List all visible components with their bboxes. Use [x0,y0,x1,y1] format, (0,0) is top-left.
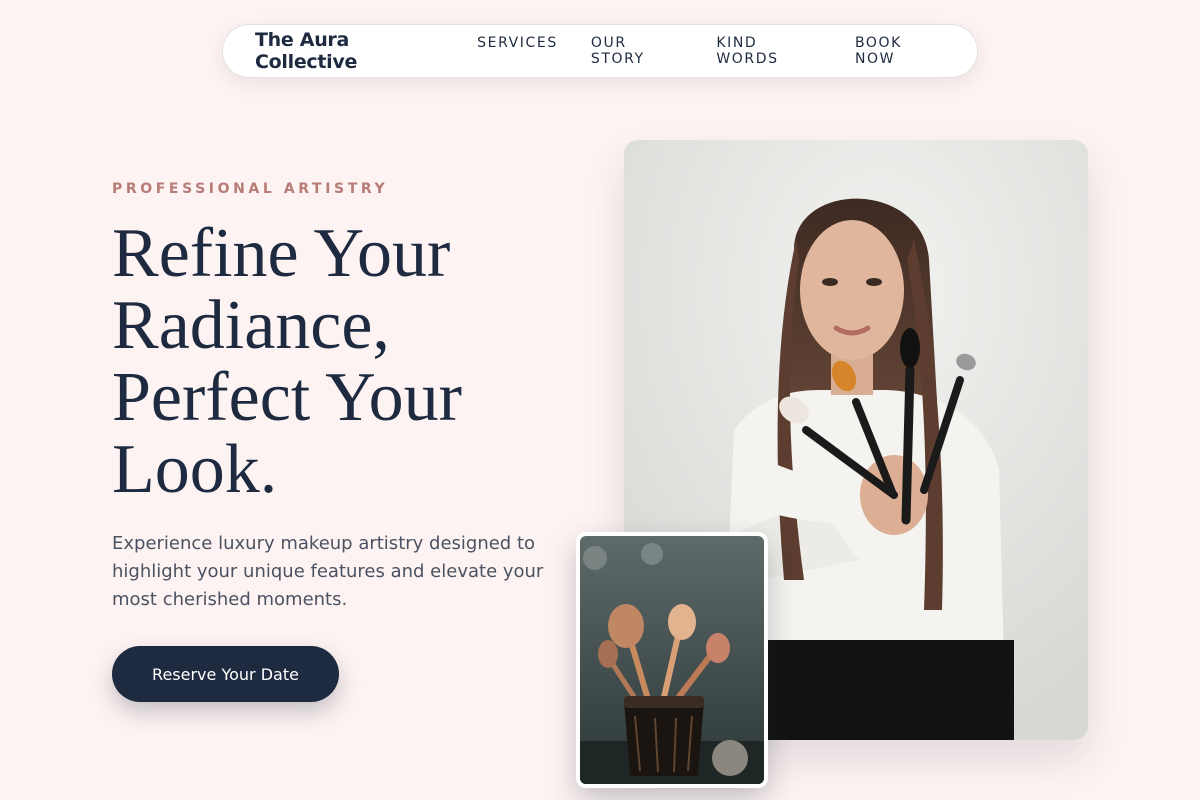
nav-link-kind-words[interactable]: KIND WORDS [716,35,822,67]
headline-line-1: Refine Your [112,215,451,292]
nav-links: SERVICES OUR STORY KIND WORDS BOOK NOW [477,35,945,67]
nav-link-book-now[interactable]: BOOK NOW [855,35,945,67]
brand-logo-text[interactable]: The Aura Collective [255,29,453,73]
headline-line-4: Look. [112,431,278,508]
top-navigation: The Aura Collective SERVICES OUR STORY K… [222,24,978,78]
brush-holder-illustration [580,536,764,784]
headline-line-2: Radiance, [112,287,390,364]
nav-link-our-story[interactable]: OUR STORY [591,35,683,67]
headline-line-3: Perfect Your [112,359,462,436]
hero-description: Experience luxury makeup artistry design… [112,533,544,610]
nav-link-services[interactable]: SERVICES [477,35,558,67]
hero-detail-image [576,532,768,788]
hero-eyebrow: PROFESSIONAL ARTISTRY [112,181,389,197]
hero-headline: Refine Your Radiance, Perfect Your Look. [112,218,592,506]
reserve-date-button[interactable]: Reserve Your Date [112,646,339,702]
